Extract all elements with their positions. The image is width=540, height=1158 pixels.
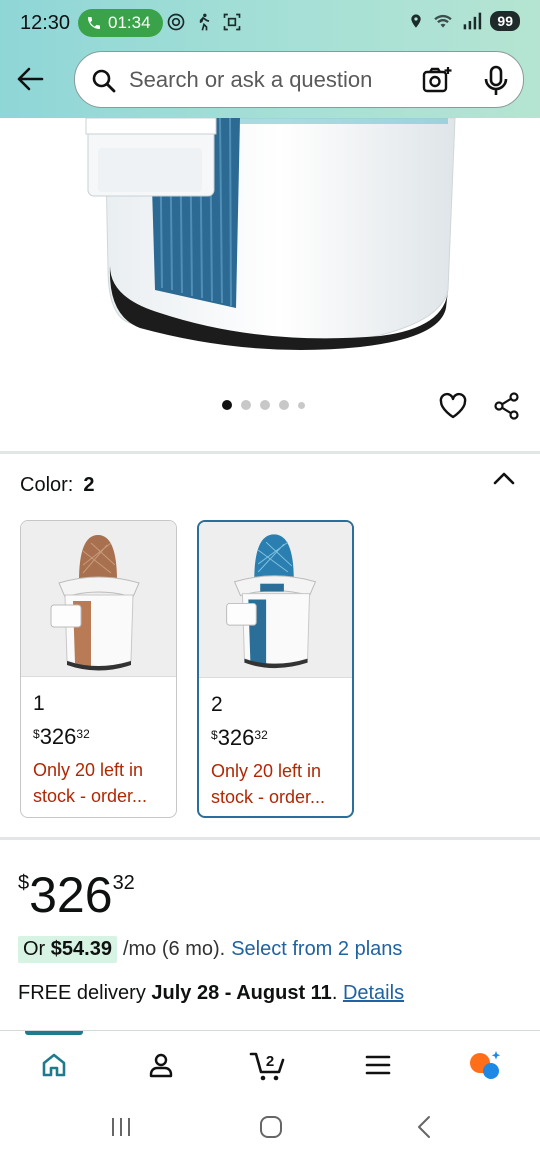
nav-rufus[interactable] <box>465 1047 505 1083</box>
stock-status: Only 20 left in stock - order... <box>211 761 326 807</box>
phone-icon <box>88 17 100 29</box>
chevron-up-icon <box>493 472 515 485</box>
call-timer-pill[interactable]: 01:34 <box>78 9 163 37</box>
cart-icon: 2 <box>249 1052 285 1081</box>
installment-badge: Or $54.39 <box>18 936 117 963</box>
delivery-prefix: FREE delivery <box>18 982 146 1004</box>
home-system-icon[interactable] <box>258 1114 284 1140</box>
gallery-dot[interactable] <box>279 400 289 410</box>
color-option-name: 1 <box>33 692 45 715</box>
gallery-dot[interactable] <box>222 400 232 410</box>
location-icon <box>411 14 422 28</box>
top-bar: 12:30 01:34 99 <box>0 0 540 118</box>
collapse-color-button[interactable] <box>490 466 518 495</box>
select-plans-link[interactable]: Select from 2 plans <box>231 938 402 961</box>
price-currency: $ <box>18 872 30 894</box>
share-button[interactable] <box>492 391 522 426</box>
delivery-info: FREE delivery July 28 - August 11. Detai… <box>18 982 404 1005</box>
delivery-suffix: . <box>331 982 338 1004</box>
installment-amount: $54.39 <box>50 938 112 960</box>
status-time: 12:30 <box>20 12 71 34</box>
price-cents: 32 <box>76 727 90 741</box>
color-selector-header: Color: 2 <box>20 474 94 497</box>
stock-status: Only 20 left in stock - order... <box>33 760 148 806</box>
nav-home[interactable] <box>34 1047 74 1083</box>
cart-count: 2 <box>266 1053 274 1070</box>
color-label: Color: <box>20 474 74 496</box>
section-divider <box>0 837 540 840</box>
arrow-left-icon <box>17 67 44 91</box>
price-currency: $ <box>33 727 40 741</box>
price-cents: 32 <box>254 728 268 742</box>
menu-icon <box>365 1055 391 1075</box>
price-whole: 326 <box>29 867 113 923</box>
price-currency: $ <box>211 728 218 742</box>
call-timer-text: 01:34 <box>108 13 151 32</box>
search-icon <box>92 69 116 93</box>
gallery-dot[interactable] <box>241 400 251 410</box>
battery-indicator: 99 <box>490 11 520 31</box>
installment-period: /mo (6 mo). <box>122 938 226 960</box>
color-option-price: $32632 <box>211 725 268 751</box>
color-option-image <box>21 521 176 677</box>
delivery-dates: July 28 - August 11 <box>151 982 332 1004</box>
nav-account[interactable] <box>141 1047 181 1083</box>
system-navigation-bar <box>0 1098 540 1158</box>
color-selected-value: 2 <box>83 474 95 496</box>
share-icon <box>494 392 519 420</box>
color-option-2[interactable]: 2 $32632 Only 20 left in stock - order..… <box>197 520 354 818</box>
status-bar: 12:30 01:34 99 <box>0 0 540 46</box>
home-icon <box>42 1053 66 1077</box>
status-right-icons: 99 <box>408 11 520 31</box>
nav-menu[interactable] <box>358 1047 398 1083</box>
data-saver-icon <box>167 13 185 31</box>
account-icon <box>149 1053 173 1078</box>
color-option-price: $32632 <box>33 724 90 750</box>
signal-icon <box>464 12 482 30</box>
toilet-brown-thumbnail <box>50 535 140 671</box>
gallery-dots[interactable] <box>222 400 305 410</box>
price-cents: 32 <box>112 872 135 894</box>
main-price: $32632 <box>18 866 135 924</box>
bottom-navigation: 2 <box>0 1030 540 1098</box>
status-left-icons <box>166 11 242 33</box>
screenshot-icon <box>223 13 241 31</box>
color-option-name: 2 <box>211 693 223 716</box>
product-page: 12:30 01:34 99 Search or ask a question … <box>0 0 540 1158</box>
product-photo <box>85 118 456 350</box>
color-option-image <box>199 522 352 678</box>
walk-icon <box>199 13 210 31</box>
search-bar[interactable] <box>74 51 524 108</box>
gallery-dot[interactable] <box>260 400 270 410</box>
delivery-details-link[interactable]: Details <box>343 982 404 1004</box>
price-whole: 326 <box>39 724 77 749</box>
gallery-dot[interactable] <box>298 401 305 409</box>
installment-row: Or $54.39 /mo (6 mo). Select from 2 plan… <box>18 936 402 963</box>
wifi-icon <box>434 14 453 28</box>
back-system-icon[interactable] <box>412 1114 438 1140</box>
product-image[interactable] <box>0 118 540 380</box>
installment-prefix: Or <box>23 938 46 960</box>
recent-apps-icon[interactable] <box>108 1114 134 1140</box>
color-option-1[interactable]: 1 $32632 Only 20 left in stock - order..… <box>20 520 177 818</box>
heart-icon <box>439 392 467 419</box>
price-whole: 326 <box>217 725 255 750</box>
back-button[interactable] <box>12 62 48 96</box>
rufus-icon <box>470 1051 501 1079</box>
camera-search-icon[interactable] <box>421 65 453 95</box>
active-tab-indicator <box>25 1031 83 1035</box>
nav-cart[interactable]: 2 <box>248 1047 288 1083</box>
toilet-blue-thumbnail <box>226 534 317 669</box>
section-divider <box>0 451 540 454</box>
wishlist-button[interactable] <box>438 391 468 426</box>
mic-icon[interactable] <box>483 65 509 97</box>
search-input[interactable] <box>129 52 399 107</box>
